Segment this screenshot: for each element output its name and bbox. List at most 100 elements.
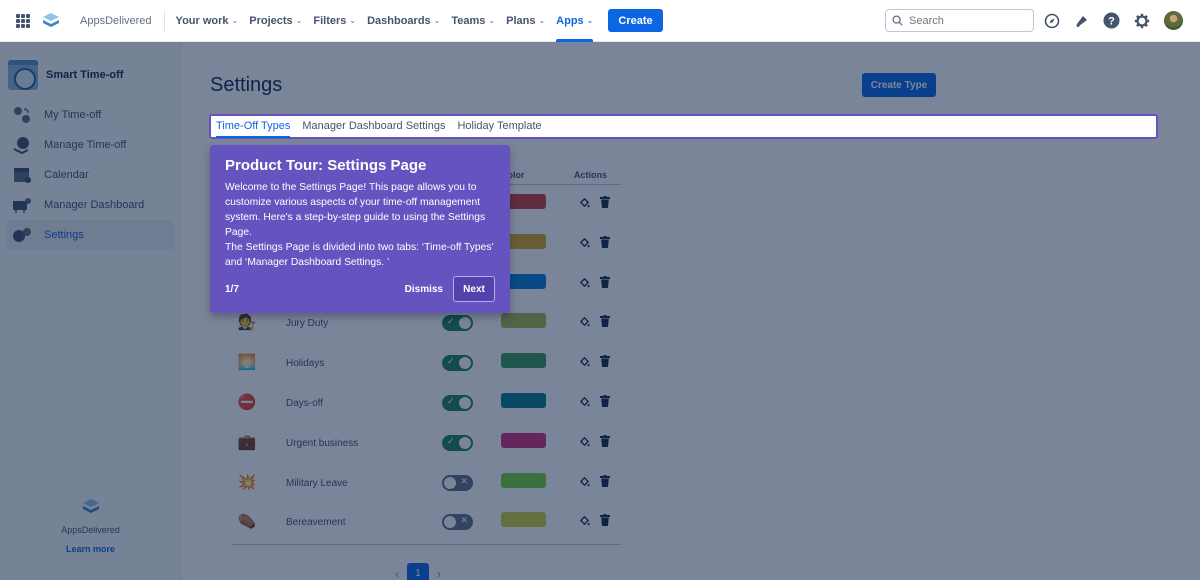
trash-delete-icon[interactable] xyxy=(600,196,610,208)
paint-bucket-edit-icon[interactable] xyxy=(578,316,590,328)
time-off-type-name: Military Leave xyxy=(286,477,348,489)
trash-delete-icon[interactable] xyxy=(600,514,610,527)
dismiss-button[interactable]: Dismiss xyxy=(405,284,443,295)
tour-footer: 1/7 Dismiss Next xyxy=(225,276,495,302)
nav-plans[interactable]: Plans ⌄ xyxy=(506,0,545,42)
next-page-arrow-icon[interactable]: › xyxy=(437,567,441,580)
trash-delete-icon[interactable] xyxy=(600,235,610,248)
trash-delete-icon[interactable] xyxy=(600,474,610,487)
app-header: Smart Time-off xyxy=(8,60,123,90)
table-row: ⚰️ Bereavement ✕ xyxy=(231,503,621,543)
create-type-button[interactable]: Create Type xyxy=(862,73,936,97)
nav-your-work[interactable]: Your work ⌄ xyxy=(176,0,239,42)
paint-bucket-edit-icon[interactable] xyxy=(578,436,590,448)
brand-name[interactable]: AppsDelivered xyxy=(80,10,165,31)
nav-teams[interactable]: Teams ⌄ xyxy=(451,0,495,42)
toggle-knob xyxy=(444,516,456,529)
color-swatch[interactable] xyxy=(501,393,546,408)
settings-gear-icon[interactable] xyxy=(1133,12,1150,29)
enabled-toggle[interactable]: ✕ xyxy=(442,514,473,531)
tour-title: Product Tour: Settings Page xyxy=(225,157,427,174)
nav-label: Projects xyxy=(249,14,293,27)
paint-bucket-edit-icon[interactable] xyxy=(578,237,590,249)
notification-bell-icon[interactable] xyxy=(1073,12,1090,29)
column-header-actions: Actions xyxy=(574,170,608,180)
tab-time-off-types[interactable]: Time-Off Types xyxy=(216,116,291,138)
color-swatch[interactable] xyxy=(501,353,546,369)
trash-delete-icon[interactable] xyxy=(600,275,610,288)
search-box[interactable] xyxy=(885,9,1034,32)
tab-manager-dashboard-settings[interactable]: Manager Dashboard Settings xyxy=(302,116,445,137)
nav-label: Teams xyxy=(451,14,486,27)
time-off-type-name: Days-off xyxy=(286,398,324,409)
toggle-knob xyxy=(459,436,471,449)
footer-brand: AppsDelivered xyxy=(61,525,120,535)
check-icon: ✓ xyxy=(447,316,455,327)
check-icon: ✓ xyxy=(447,396,455,406)
app-name: Smart Time-off xyxy=(46,69,124,81)
enabled-toggle[interactable]: ✓ xyxy=(442,355,473,372)
trash-delete-icon[interactable] xyxy=(600,315,610,328)
paint-bucket-edit-icon[interactable] xyxy=(578,396,590,408)
settings-tabs: Time-Off Types Manager Dashboard Setting… xyxy=(209,114,1158,139)
chevron-down-icon: ⌄ xyxy=(488,15,496,25)
enabled-toggle[interactable]: ✓ xyxy=(442,434,473,451)
next-button[interactable]: Next xyxy=(453,276,495,302)
sidebar-item-my-time-off[interactable]: My Time-off xyxy=(6,100,174,130)
sidebar-item-calendar[interactable]: Calendar xyxy=(6,160,174,190)
paint-bucket-edit-icon[interactable] xyxy=(578,515,590,527)
compass-icon[interactable] xyxy=(1043,12,1060,29)
nav-projects[interactable]: Projects ⌄ xyxy=(249,0,302,42)
sidebar-item-manager-dashboard[interactable]: Manager Dashboard xyxy=(6,190,174,220)
sidebar-item-label: Manager Dashboard xyxy=(44,199,145,211)
sidebar: Smart Time-off My Time-off Manage Time-o… xyxy=(0,42,181,580)
color-swatch[interactable] xyxy=(501,432,546,448)
toggle-knob xyxy=(459,397,471,409)
nav-filters[interactable]: Filters ⌄ xyxy=(313,0,356,42)
chevron-down-icon: ⌄ xyxy=(538,15,546,25)
color-swatch[interactable] xyxy=(501,313,546,329)
sidebar-item-manage-time-off[interactable]: Manage Time-off xyxy=(6,130,174,160)
sidebar-item-label: My Time-off xyxy=(44,109,102,121)
prev-page-arrow-icon[interactable]: ‹ xyxy=(395,567,399,580)
nav-label: Plans xyxy=(506,14,536,27)
trash-delete-icon[interactable] xyxy=(600,434,610,447)
enabled-toggle[interactable]: ✓ xyxy=(442,395,473,411)
appsdelivered-logo-icon[interactable] xyxy=(42,12,60,30)
sidebar-item-settings[interactable]: Settings xyxy=(6,220,174,250)
appsdelivered-logo-icon xyxy=(82,499,99,513)
paint-bucket-edit-icon[interactable] xyxy=(578,197,590,209)
user-avatar[interactable] xyxy=(1164,11,1183,30)
table-row: 💥 Military Leave ✕ xyxy=(231,464,621,504)
nav-dashboards[interactable]: Dashboards ⌄ xyxy=(367,0,440,42)
learn-more-link[interactable]: Learn more xyxy=(0,544,181,554)
tab-holiday-template[interactable]: Holiday Template xyxy=(457,116,541,137)
time-off-type-icon: 🌅 xyxy=(237,354,257,372)
trash-delete-icon[interactable] xyxy=(600,355,610,368)
app-switcher-grid-icon[interactable] xyxy=(16,13,30,28)
time-off-type-name: Jury Duty xyxy=(286,318,329,330)
nav-label: Dashboards xyxy=(367,14,431,27)
enabled-toggle[interactable]: ✓ xyxy=(442,315,473,332)
enabled-toggle[interactable]: ✕ xyxy=(442,474,473,491)
nav-apps[interactable]: Apps ⌄ xyxy=(556,0,594,42)
trash-delete-icon[interactable] xyxy=(600,395,610,407)
page-title: Settings xyxy=(210,74,283,96)
paint-bucket-edit-icon[interactable] xyxy=(578,356,590,368)
paint-bucket-edit-icon[interactable] xyxy=(578,277,590,289)
help-icon[interactable]: ? xyxy=(1103,12,1120,29)
sidebar-footer: AppsDelivered Learn more xyxy=(0,498,181,554)
table-row: 💼 Urgent business ✓ xyxy=(231,424,621,464)
time-off-type-icon: 💼 xyxy=(237,433,257,451)
table-row: ⛔ Days-off ✓ xyxy=(231,384,621,424)
tour-body: Welcome to the Settings Page! This page … xyxy=(225,180,495,270)
chevron-down-icon: ⌄ xyxy=(349,15,357,25)
color-swatch[interactable] xyxy=(501,512,546,528)
search-input[interactable] xyxy=(909,14,1019,27)
time-off-type-icon: 🧑‍⚖️ xyxy=(237,314,257,332)
page-button-current[interactable]: 1 xyxy=(407,563,429,580)
create-button[interactable]: Create xyxy=(608,9,663,32)
tour-step-counter: 1/7 xyxy=(225,283,239,295)
paint-bucket-edit-icon[interactable] xyxy=(578,476,590,488)
color-swatch[interactable] xyxy=(501,472,546,488)
